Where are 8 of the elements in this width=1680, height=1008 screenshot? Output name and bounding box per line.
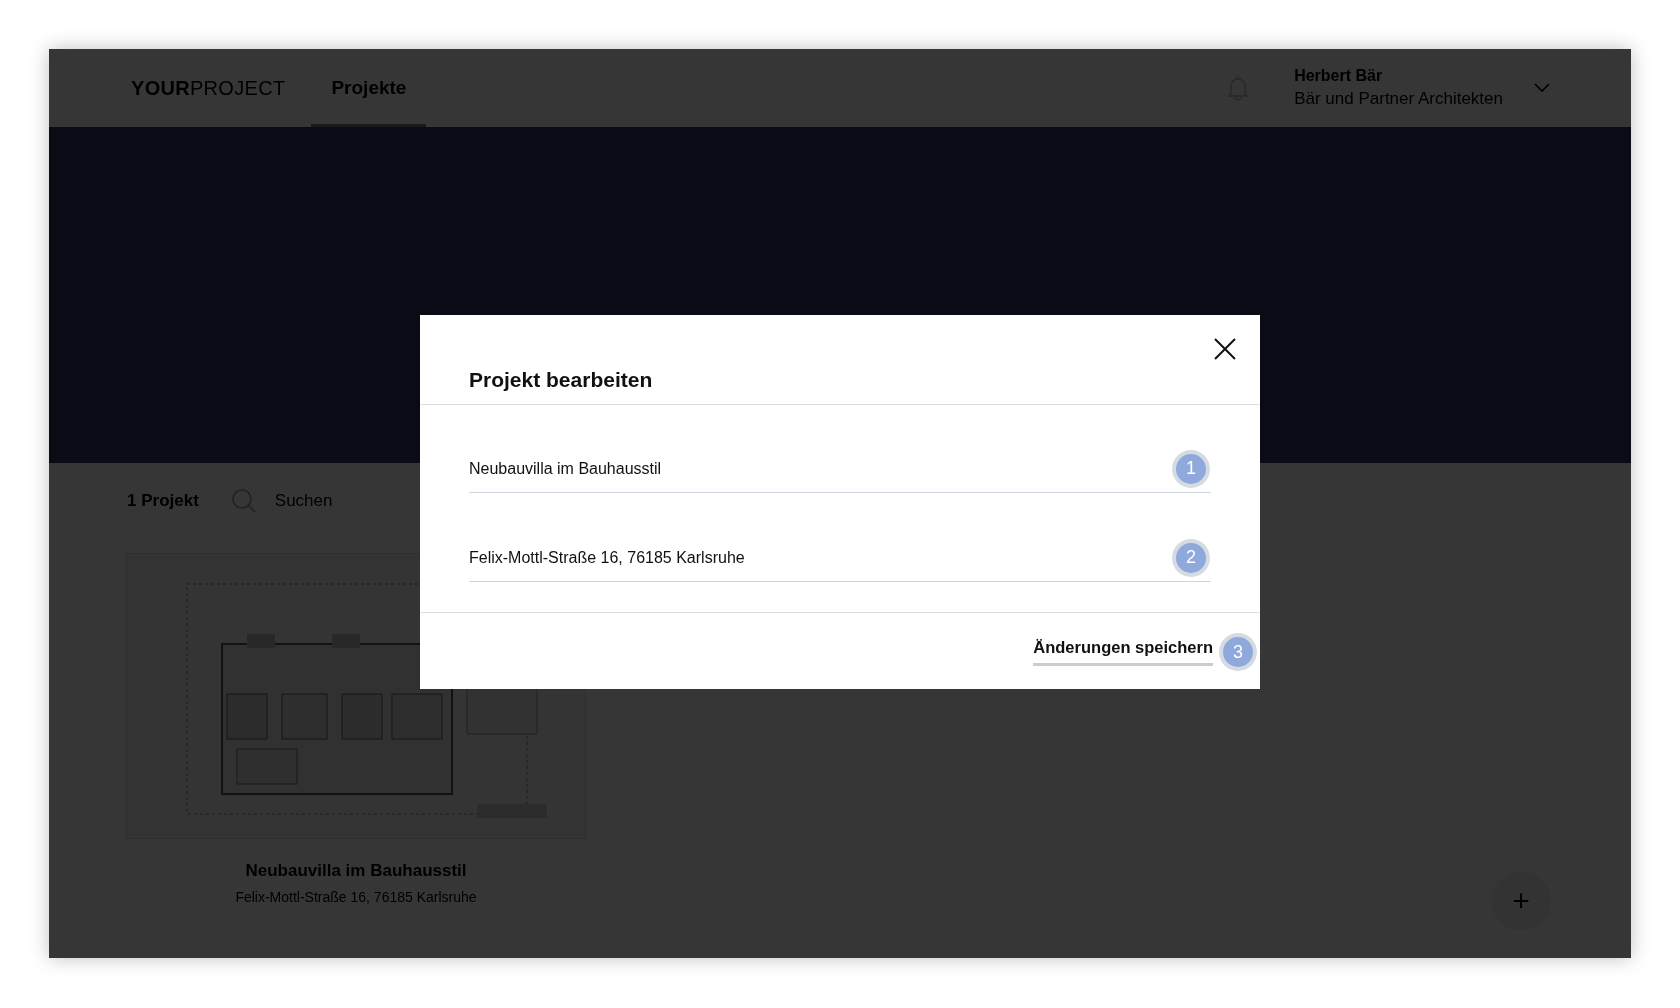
text-field[interactable]: Neubauvilla im Bauhausstil	[469, 459, 1176, 478]
step-badge: 3	[1223, 637, 1253, 667]
close-icon[interactable]	[1214, 338, 1236, 360]
dialog-title: Projekt bearbeiten	[469, 368, 653, 392]
step-badge: 2	[1176, 542, 1206, 573]
step-badge: 1	[1176, 453, 1206, 484]
text-field[interactable]: Felix-Mottl-Straße 16, 76185 Karlsruhe	[469, 548, 1176, 567]
save-button[interactable]: Änderungen speichern	[1033, 638, 1213, 666]
